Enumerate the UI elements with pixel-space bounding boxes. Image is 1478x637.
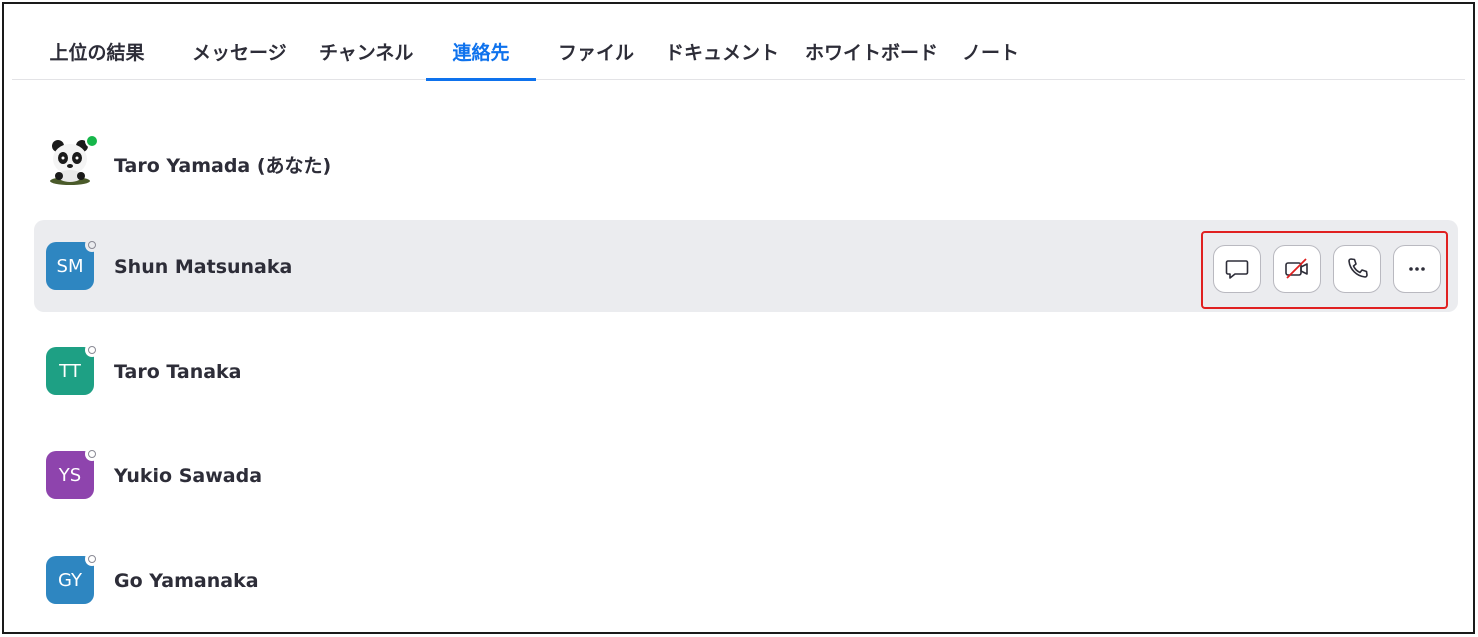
contact-row-yukio-sawada[interactable]: YS Yukio Sawada bbox=[34, 429, 1458, 521]
chat-button[interactable] bbox=[1213, 245, 1261, 293]
tab-documents[interactable]: ドキュメント bbox=[665, 38, 779, 80]
video-off-icon bbox=[1285, 258, 1308, 279]
tab-notes[interactable]: ノート bbox=[962, 38, 1019, 80]
tab-label: 連絡先 bbox=[452, 42, 510, 64]
tab-whiteboard[interactable]: ホワイトボード bbox=[805, 38, 938, 80]
tab-top-results[interactable]: 上位の結果 bbox=[45, 38, 149, 80]
status-offline-indicator bbox=[85, 238, 99, 252]
contact-name: Taro Yamada (あなた) bbox=[114, 155, 332, 177]
video-call-button[interactable] bbox=[1273, 245, 1321, 293]
tab-label: 上位の結果 bbox=[49, 42, 145, 64]
more-icon bbox=[1409, 267, 1425, 271]
tab-underline bbox=[426, 78, 536, 81]
phone-icon bbox=[1348, 258, 1368, 278]
contact-row-taro-tanaka[interactable]: TT Taro Tanaka bbox=[34, 325, 1458, 417]
tab-messages[interactable]: メッセージ bbox=[192, 38, 287, 80]
tab-label: チャンネル bbox=[319, 42, 414, 64]
contact-name: Go Yamanaka bbox=[114, 570, 259, 592]
tab-label: メッセージ bbox=[192, 42, 287, 64]
tab-label: ホワイトボード bbox=[805, 42, 939, 64]
phone-call-button[interactable] bbox=[1333, 245, 1381, 293]
status-online-indicator bbox=[85, 134, 99, 148]
contact-row-go-yamanaka[interactable]: GY Go Yamanaka bbox=[34, 534, 1458, 626]
status-offline-indicator bbox=[85, 343, 99, 357]
status-offline-indicator bbox=[85, 552, 99, 566]
tab-label: ノート bbox=[962, 42, 1020, 64]
status-offline-indicator bbox=[85, 447, 99, 461]
tab-bar: 上位の結果 メッセージ チャンネル 連絡先 ファイル ドキュメント ホワイトボー… bbox=[12, 4, 1465, 81]
tab-channels[interactable]: チャンネル bbox=[319, 38, 413, 80]
more-options-button[interactable] bbox=[1393, 245, 1441, 293]
tab-contacts[interactable]: 連絡先 bbox=[426, 38, 536, 81]
contact-name: Shun Matsunaka bbox=[114, 256, 293, 278]
tab-label: ファイル bbox=[558, 42, 635, 64]
tab-files[interactable]: ファイル bbox=[558, 38, 634, 80]
tab-label: ドキュメント bbox=[665, 42, 780, 64]
row-actions-highlight bbox=[1201, 231, 1448, 309]
contact-name: Yukio Sawada bbox=[114, 465, 263, 487]
contact-row-taro-yamada[interactable]: Taro Yamada (あなた) bbox=[34, 115, 1458, 207]
contact-name: Taro Tanaka bbox=[114, 361, 242, 383]
window-frame: 上位の結果 メッセージ チャンネル 連絡先 ファイル ドキュメント ホワイトボー… bbox=[2, 2, 1475, 634]
chat-icon bbox=[1225, 260, 1249, 279]
